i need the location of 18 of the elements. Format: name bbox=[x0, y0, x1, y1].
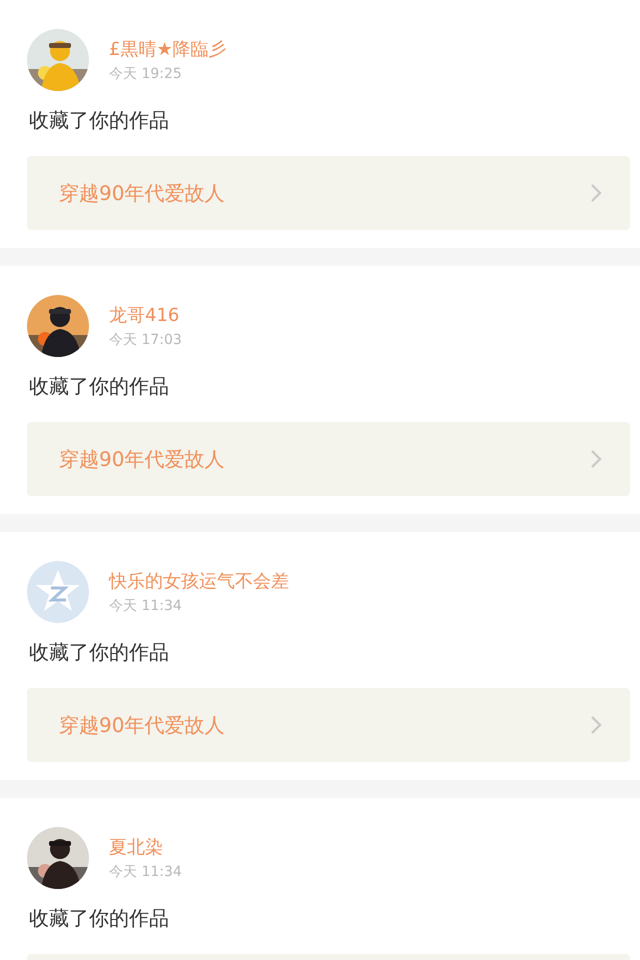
chevron-right-icon bbox=[590, 715, 602, 735]
user-name[interactable]: £黒晴★降臨彡 bbox=[109, 37, 227, 61]
timestamp: 今天 19:25 bbox=[109, 65, 183, 83]
activity-text: 收藏了你的作品 bbox=[29, 905, 170, 932]
user-name[interactable]: 夏北染 bbox=[109, 835, 182, 859]
work-link[interactable]: 穿越90年代爱故人 bbox=[27, 156, 630, 230]
activity-text: 收藏了你的作品 bbox=[29, 639, 170, 666]
timestamp: 今天 17:03 bbox=[109, 331, 182, 349]
user-name[interactable]: 龙哥416 bbox=[109, 303, 182, 327]
activity-text: 收藏了你的作品 bbox=[29, 373, 170, 400]
timestamp: 今天 11:34 bbox=[109, 863, 182, 881]
work-link[interactable]: 穿越90年代爱故人 bbox=[27, 688, 630, 762]
work-link[interactable]: 穿越90年代爱故人 bbox=[27, 422, 630, 496]
chevron-right-icon bbox=[590, 183, 602, 203]
user-name[interactable]: 快乐的女孩运气不会差 bbox=[109, 569, 289, 593]
timestamp: 今天 11:34 bbox=[109, 597, 183, 615]
chevron-right-icon bbox=[590, 449, 602, 469]
activity-text: 收藏了你的作品 bbox=[29, 107, 170, 134]
